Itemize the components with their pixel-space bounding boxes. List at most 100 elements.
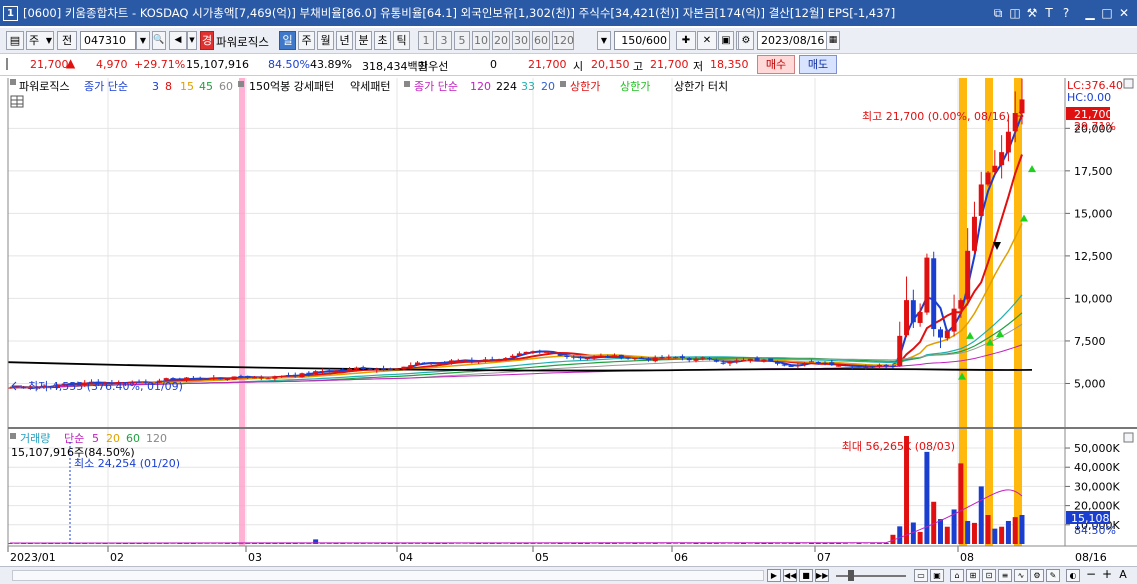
chart-tool-6-icon[interactable]: ⚙	[1030, 569, 1044, 582]
volume-bar	[985, 515, 991, 544]
chart-tool-8-icon[interactable]: ◐	[1066, 569, 1080, 582]
help-icon[interactable]: ?	[1059, 6, 1073, 20]
candle-body	[856, 365, 862, 367]
candle-body	[788, 365, 794, 367]
candle-body	[808, 361, 814, 363]
candle-body	[272, 376, 278, 379]
code-dropdown-icon[interactable]: ▼	[136, 31, 150, 50]
text-icon[interactable]: T	[1042, 6, 1056, 20]
crosshair-icon[interactable]: ✕	[697, 31, 717, 50]
volume-bar	[537, 543, 543, 544]
volume-bar	[999, 526, 1005, 544]
candle-body	[754, 358, 760, 361]
candle-body	[544, 351, 550, 353]
close-icon[interactable]: ✕	[1117, 6, 1131, 20]
chart-tool-4-icon[interactable]: ≡	[998, 569, 1012, 582]
tile-window-icon[interactable]: ◫	[1008, 6, 1022, 20]
candle-body	[469, 360, 475, 362]
period-select[interactable]: 주 ▼	[26, 31, 54, 50]
chart-tool-1-icon[interactable]: ⌂	[950, 569, 964, 582]
candle-body	[917, 312, 923, 323]
interval-button[interactable]: 20	[492, 31, 510, 50]
legend-pattern-strong: 150억봉 강세패턴	[249, 80, 334, 93]
prev-button[interactable]: 전	[57, 31, 77, 50]
volume-bar	[326, 543, 332, 544]
sell-button[interactable]: 매도	[799, 55, 837, 74]
candle-body	[252, 377, 258, 379]
chart-tool-7-icon[interactable]: ✎	[1046, 569, 1060, 582]
interval-button[interactable]: 60	[532, 31, 550, 50]
candle-body	[978, 184, 984, 216]
candle-body	[815, 362, 821, 364]
horizontal-scrollbar[interactable]	[12, 570, 764, 581]
date-input[interactable]: 2023/08/16	[757, 31, 827, 50]
candle-body	[584, 358, 590, 360]
ask-price: 21,700	[528, 58, 567, 71]
interval-button[interactable]: 120	[552, 31, 574, 50]
legend-handle-icon	[10, 79, 16, 85]
settings-gear-icon[interactable]: ⚙	[738, 31, 754, 50]
scroll-right-icon[interactable]: ▶	[767, 569, 781, 582]
interval-button[interactable]: 1	[418, 31, 434, 50]
stock-code-input[interactable]: 047310	[80, 31, 136, 50]
zoom-slider-thumb[interactable]	[848, 570, 854, 581]
candle-body	[516, 353, 522, 356]
font-icon[interactable]: A	[1116, 569, 1130, 582]
minimize-icon[interactable]: ▁	[1083, 6, 1097, 20]
candle-body	[842, 365, 848, 367]
period-button[interactable]: 초	[374, 31, 391, 50]
legend-handle-icon	[238, 81, 244, 87]
period-button[interactable]: 월	[317, 31, 334, 50]
candle-body	[21, 387, 27, 389]
interval-button[interactable]: 30	[512, 31, 530, 50]
period-button[interactable]: 분	[355, 31, 372, 50]
interval-dropdown-icon[interactable]: ▼	[597, 31, 611, 50]
limit-up-band	[1014, 78, 1022, 546]
search-icon[interactable]: 🔍	[152, 31, 166, 50]
buy-button[interactable]: 매수	[757, 55, 795, 74]
volume-tick-label: 50,000K	[1074, 442, 1120, 455]
period-button[interactable]: 일	[279, 31, 296, 50]
stop-icon[interactable]: ■	[799, 569, 813, 582]
save-icon[interactable]: ▣	[718, 31, 734, 50]
increase-font-icon[interactable]: +	[1100, 568, 1114, 582]
count-input[interactable]: 150/600	[614, 31, 670, 50]
chart-tool-2-icon[interactable]: ⊞	[966, 569, 980, 582]
sound-dropdown-icon[interactable]: ▼	[187, 31, 197, 50]
volume-bar	[401, 543, 407, 544]
interval-button[interactable]: 10	[472, 31, 490, 50]
sound-icon[interactable]: ◀	[169, 31, 187, 50]
volume-bar	[394, 543, 400, 544]
volume-bar	[795, 543, 801, 544]
period-button[interactable]: 주	[298, 31, 315, 50]
volume-ratio: 84.50%	[268, 58, 310, 71]
period-button[interactable]: 틱	[393, 31, 410, 50]
interval-button[interactable]: 3	[436, 31, 452, 50]
candle-body	[931, 258, 937, 330]
price-tick-label: 15,000	[1074, 207, 1113, 220]
zoom-slider-track[interactable]	[836, 575, 906, 577]
chart-tool-5-icon[interactable]: ∿	[1014, 569, 1028, 582]
tool-icon[interactable]: ⚒	[1025, 6, 1039, 20]
restore-down-icon[interactable]: ⧉	[991, 6, 1005, 20]
draw-tool-icon[interactable]: ✚	[676, 31, 696, 50]
volume-bar	[842, 543, 848, 544]
zoom-out-icon[interactable]: ▭	[914, 569, 928, 582]
candle-body	[489, 359, 495, 361]
decrease-font-icon[interactable]: −	[1084, 568, 1098, 582]
chart-tool-3-icon[interactable]: ⊡	[982, 569, 996, 582]
candle-body	[408, 365, 414, 368]
fast-forward-icon[interactable]: ▶▶	[815, 569, 829, 582]
calendar-icon[interactable]: ▦	[826, 31, 840, 50]
period-button[interactable]: 년	[336, 31, 353, 50]
layout-icon[interactable]: ▤	[6, 31, 24, 50]
volume-bar	[530, 543, 536, 544]
x-axis-end-label: 08/16	[1075, 551, 1107, 564]
candle-body	[673, 357, 679, 359]
interval-button[interactable]: 5	[454, 31, 470, 50]
volume-bar	[122, 543, 128, 544]
maximize-icon[interactable]: □	[1100, 6, 1114, 20]
rewind-icon[interactable]: ◀◀	[783, 569, 797, 582]
zoom-in-icon[interactable]: ▣	[930, 569, 944, 582]
chart-area[interactable]: 5,000 7,500 10,000 12,500 15,000 17,500 20,000…	[0, 76, 1137, 566]
